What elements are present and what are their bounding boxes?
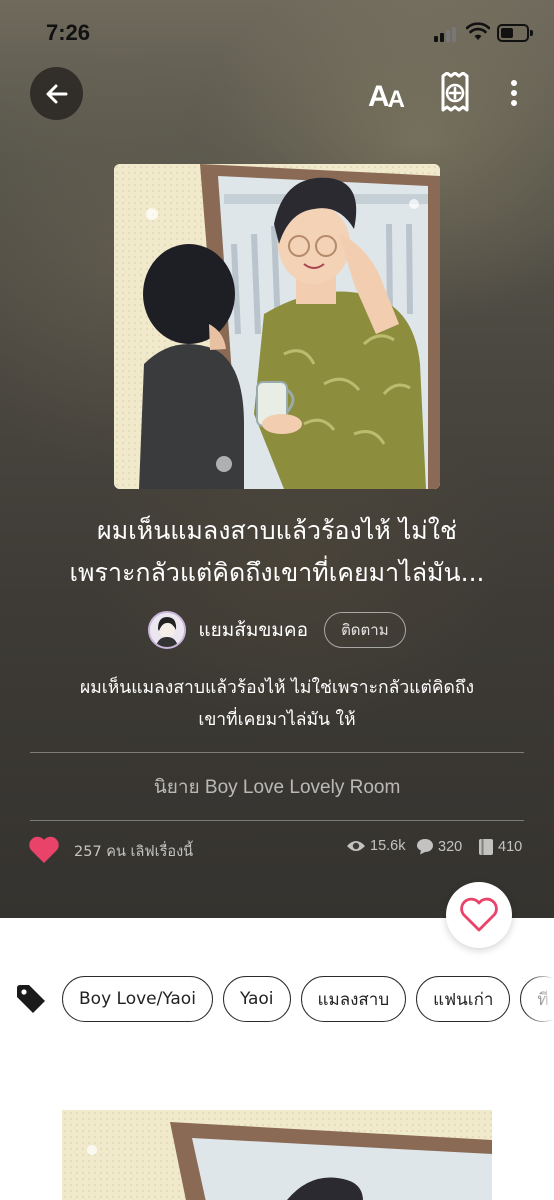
favorite-button[interactable] [446,882,512,948]
chapters-stat: 410 [478,838,522,856]
cover-illustration [114,164,440,489]
heart-outline-icon [460,897,498,932]
arrow-left-icon [46,84,67,103]
author-row: แยมส้มขมคอ ติดตาม [0,610,554,650]
font-size-label-small: A [387,86,406,113]
tags-row: Boy Love/Yaoi Yaoi แมลงสาบ แฟนเก่า ที [0,976,554,1024]
chapters-count: 410 [498,839,523,855]
views-count: 15.6k [370,838,406,854]
back-button[interactable] [30,67,83,120]
synopsis-line: ผมเห็นแมลงสาบแล้วร้องไห้ ไม่ใช่เพราะกลัว… [79,678,475,698]
tag-chip[interactable]: Yaoi [222,976,291,1022]
tag-chip[interactable]: Boy Love/Yaoi [62,976,213,1022]
story-title-line: เพราะกลัวแต่คิดถึงเขาที่เคยมาไล่มัน... [69,558,485,587]
stats-row: 257 คน เลิฟเรื่องนี้ 15.6k 320 410 [28,832,526,868]
tag-chip[interactable]: แฟนเก่า [416,976,511,1022]
follow-button[interactable]: ติดตาม [324,612,406,648]
battery-icon [497,24,533,42]
tag-scroll-fade [524,976,554,1024]
heart-icon[interactable] [28,836,60,864]
comments-stat: 320 [416,838,462,855]
story-category[interactable]: นิยาย Boy Love Lovely Room [30,772,524,802]
tag-icon [17,985,45,1013]
views-stat: 15.6k [346,838,405,854]
comment-icon [417,839,433,855]
font-size-button[interactable]: A A [368,74,412,114]
status-time: 7:26 [46,20,91,45]
content-illustration [62,1110,492,1200]
author-avatar[interactable] [148,611,187,649]
story-header: 7:26 A A ผมเห็นแมลงสาบแล้วร้องไห้ ไม่ใช่… [0,0,554,918]
story-synopsis: ผมเห็นแมลงสาบแล้วร้องไห้ ไม่ใช่เพราะกลัว… [30,672,524,736]
story-cover-image[interactable] [114,164,440,489]
synopsis-line: เขาที่เคยมาไล่มัน ให้ [198,710,356,730]
add-to-library-icon[interactable] [438,72,472,112]
comments-count: 320 [438,838,463,855]
cellular-signal-icon [434,26,460,42]
likes-count: 257 คน เลิฟเรื่องนี้ [74,844,194,860]
divider [30,752,524,753]
status-bar: 7:26 [0,0,554,64]
tag-list: Boy Love/Yaoi Yaoi แมลงสาบ แฟนเก่า ที [62,976,554,1022]
content-image[interactable] [62,1110,492,1200]
font-size-label-big: A [368,80,390,113]
avatar-illustration [150,613,185,647]
story-title: ผมเห็นแมลงสาบแล้วร้องไห้ ไม่ใช่ เพราะกลั… [30,510,524,594]
author-name[interactable]: แยมส้มขมคอ [198,615,308,645]
book-icon [479,839,493,855]
divider [30,820,524,821]
story-title-line: ผมเห็นแมลงสาบแล้วร้องไห้ ไม่ใช่ [97,516,457,545]
eye-icon [347,841,365,851]
tag-chip[interactable]: แมลงสาบ [300,976,407,1022]
more-vertical-icon[interactable] [498,76,530,112]
wifi-icon [466,22,490,40]
